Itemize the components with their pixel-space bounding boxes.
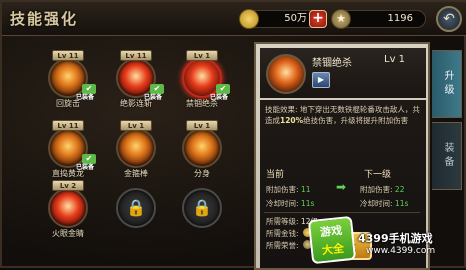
skill-slot-spin-strike[interactable]: Lv 11 ✔ 已装备 回旋击: [38, 48, 98, 112]
check-icon: ✔: [216, 84, 230, 94]
gold-counter: 50万 +: [239, 9, 327, 29]
prison-kill-icon: [266, 54, 306, 94]
skill-slot-fire-eye[interactable]: Lv 2 火眼金睛: [38, 178, 98, 242]
current-level-title: 当前: [266, 170, 285, 180]
watermark-site-url: www.4399.com: [366, 246, 436, 256]
check-icon: ✔: [82, 84, 96, 94]
skill-name: 火眼金睛: [52, 229, 84, 238]
skill-level-tag: Lv 2: [52, 180, 84, 191]
site-watermark: 游戏 大全 4399手机游戏 www.4399.com: [307, 215, 466, 270]
next-level-title: 下一级: [364, 170, 392, 180]
skill-slot-golden-staff[interactable]: Lv 1 金箍棒: [106, 118, 166, 182]
skill-slot-locked-1[interactable]: 🔒: [106, 178, 166, 242]
skill-slot-shadow-slash[interactable]: Lv 11 ✔ 已装备 绝影连斩: [106, 48, 166, 112]
equipped-badge: ✔ 已装备: [75, 84, 96, 101]
page-title: 技能强化: [10, 10, 79, 28]
next-damage: 附加伤害: 22: [360, 185, 405, 194]
current-cooldown: 冷却时间: 11s: [266, 199, 315, 208]
fire-eye-icon: [48, 188, 88, 228]
equipped-badge: ✔ 已装备: [209, 84, 230, 101]
watermark-logo: 游戏 大全: [307, 215, 357, 265]
clone-icon: [182, 128, 222, 168]
back-button[interactable]: ↶: [436, 6, 462, 32]
gold-value: 50万: [284, 13, 307, 24]
effect-text-2: 绝技伤害，升级将提升附加伤害: [303, 116, 409, 125]
skill-level-tag: Lv 11: [52, 120, 84, 131]
skill-level-tag: Lv 1: [120, 120, 152, 131]
next-cooldown: 冷却时间: 11s: [360, 199, 409, 208]
gold-coins-icon: [239, 9, 259, 29]
divider: [264, 212, 420, 213]
skill-level-tag: Lv 11: [120, 50, 152, 61]
check-icon: ✔: [82, 154, 96, 164]
detail-skill-level: Lv 1: [384, 54, 406, 65]
play-triangle-icon: ▶: [317, 75, 325, 84]
skill-slot-clone[interactable]: Lv 1 分身: [172, 118, 232, 182]
skill-level-tag: Lv 11: [52, 50, 84, 61]
skill-slot-dragon-strike[interactable]: Lv 11 ✔ 已装备 直捣黄龙: [38, 118, 98, 182]
skill-dropdown-button[interactable]: ▶: [312, 72, 330, 88]
game-window: 技能强化 50万 + ★ 1196 ↶ Lv 11 ✔ 已装备 回旋击 Lv 11…: [0, 0, 466, 270]
honor-star-icon: ★: [331, 9, 351, 29]
check-icon: ✔: [150, 84, 164, 94]
honor-counter: ★ 1196: [331, 9, 426, 29]
detail-skill-name: 禁锢绝杀: [312, 58, 352, 69]
skill-slot-locked-2[interactable]: 🔒: [172, 178, 232, 242]
skill-detail-header: 禁锢绝杀 Lv 1 ▶: [260, 48, 426, 98]
back-arrow-icon: ↶: [443, 11, 455, 27]
lock-icon: 🔒: [116, 188, 156, 228]
add-gold-button[interactable]: +: [309, 10, 327, 28]
lock-icon: 🔒: [182, 188, 222, 228]
effect-highlight: 120%: [280, 116, 304, 125]
skill-slot-prison-kill[interactable]: Lv 1 ✔ 已装备 禁锢绝杀: [172, 48, 232, 112]
tab-equip[interactable]: 装备: [432, 122, 462, 190]
skill-level-tag: Lv 1: [186, 50, 218, 61]
golden-staff-icon: [116, 128, 156, 168]
watermark-site-name: 4399手机游戏: [358, 232, 433, 245]
effect-label: 技能效果:: [265, 105, 298, 114]
equipped-badge: ✔ 已装备: [75, 154, 96, 171]
skill-effect: 技能效果: 地下穿出无数铁棍轮番攻击敌人，共造成120%绝技伤害，升级将提升附加…: [265, 104, 421, 126]
honor-value: 1196: [387, 13, 413, 24]
skill-level-tag: Lv 1: [186, 120, 218, 131]
current-damage: 附加伤害: 11: [266, 185, 311, 194]
top-bar: 技能强化 50万 + ★ 1196 ↶: [2, 2, 466, 36]
tab-upgrade[interactable]: 升级: [432, 50, 462, 118]
equipped-badge: ✔ 已装备: [143, 84, 164, 101]
right-arrow-icon: ➡: [336, 180, 347, 194]
